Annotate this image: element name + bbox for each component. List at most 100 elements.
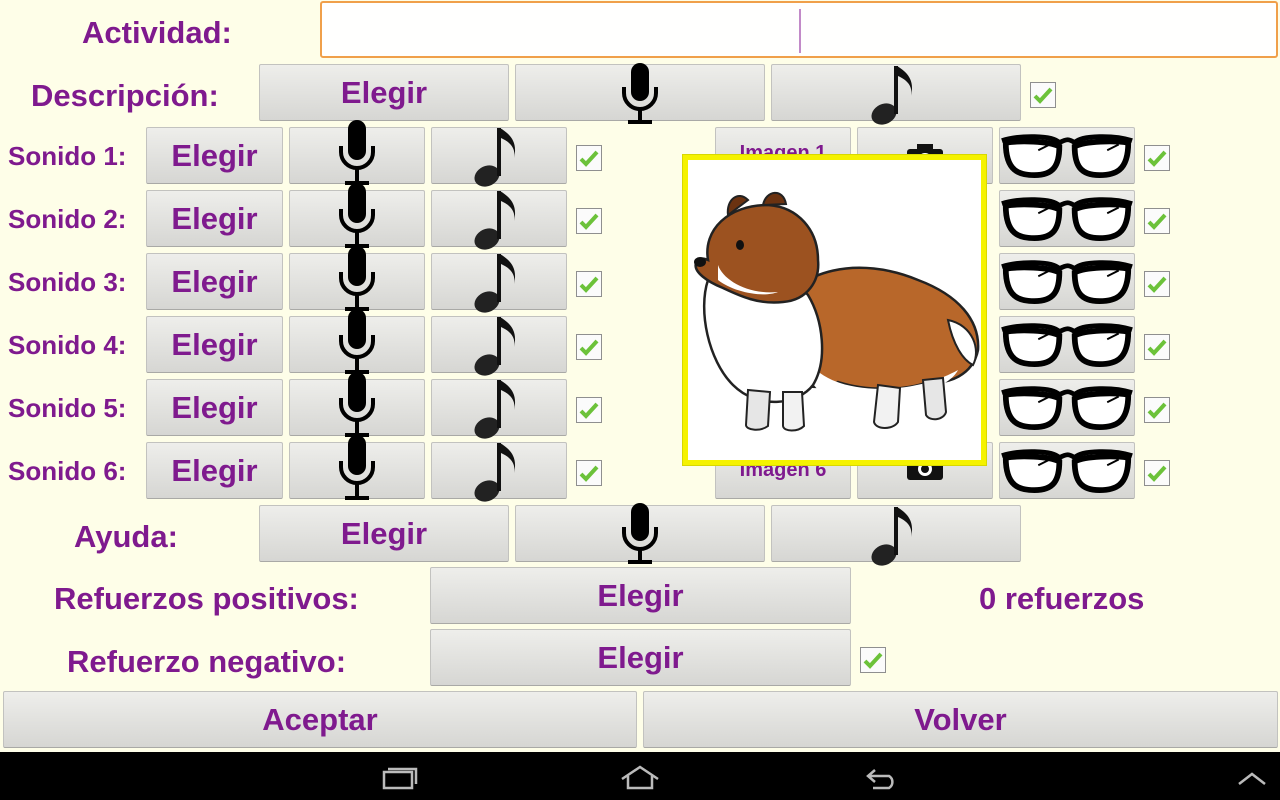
help-choose-button[interactable]: Elegir (259, 505, 509, 562)
description-record-button[interactable] (515, 62, 765, 124)
sound-5-choose-button[interactable]: Elegir (146, 379, 283, 436)
sound-6-label: Sonido 6: (8, 456, 127, 486)
description-choose-button[interactable]: Elegir (259, 64, 509, 121)
microphone-icon (339, 119, 375, 185)
sheltie-dog-illustration (694, 191, 980, 432)
sound-4-play-button[interactable] (431, 316, 567, 376)
negative-reinforcement-label: Refuerzo negativo: (67, 644, 347, 679)
image-1-checkbox[interactable] (1144, 145, 1170, 171)
positive-reinforcement-label: Refuerzos positivos: (54, 581, 359, 616)
glasses-icon (1001, 448, 1133, 493)
image-5-checkbox[interactable] (1144, 397, 1170, 423)
sound-1-choose-button[interactable]: Elegir (146, 127, 283, 184)
check-icon (579, 402, 599, 419)
music-note-icon (871, 506, 913, 566)
music-note-icon (474, 190, 516, 250)
image-preview-popup[interactable] (683, 155, 986, 465)
sound-4-checkbox[interactable] (576, 334, 602, 360)
image-2-checkbox[interactable] (1144, 208, 1170, 234)
help-record-button[interactable] (515, 502, 765, 564)
description-checkbox[interactable] (1030, 82, 1056, 108)
text-caret (799, 9, 801, 53)
image-3-checkbox[interactable] (1144, 271, 1170, 297)
image-4-checkbox[interactable] (1144, 334, 1170, 360)
reinforcement-count: 0 refuerzos (979, 581, 1145, 616)
sound-3-checkbox[interactable] (576, 271, 602, 297)
sound-4-choose-button[interactable]: Elegir (146, 316, 283, 373)
activity-input[interactable] (320, 1, 1278, 58)
sound-1-play-button[interactable] (431, 127, 567, 187)
music-note-icon (474, 379, 516, 439)
system-navigation-bar (0, 752, 1280, 800)
sound-5-record-button[interactable] (289, 371, 425, 437)
image-6-checkbox[interactable] (1144, 460, 1170, 486)
music-note-icon (474, 253, 516, 313)
image-6-view-button[interactable] (999, 442, 1135, 499)
sound-4-record-button[interactable] (289, 308, 425, 374)
sound-2-checkbox[interactable] (576, 208, 602, 234)
music-note-icon (474, 127, 516, 187)
sound-1-checkbox[interactable] (576, 145, 602, 171)
home-icon[interactable] (619, 764, 661, 790)
glasses-icon (1001, 259, 1133, 304)
music-note-icon (871, 65, 913, 125)
sound-2-play-button[interactable] (431, 190, 567, 250)
description-label: Descripción: (31, 78, 219, 113)
sound-2-record-button[interactable] (289, 182, 425, 248)
check-icon (1147, 150, 1167, 167)
glasses-icon (1001, 385, 1133, 430)
image-3-view-button[interactable] (999, 253, 1135, 310)
recent-apps-icon[interactable] (382, 766, 418, 790)
help-play-button[interactable] (771, 505, 1021, 566)
image-1-view-button[interactable] (999, 127, 1135, 184)
sound-5-checkbox[interactable] (576, 397, 602, 423)
check-icon (863, 652, 883, 669)
back-nav-icon[interactable] (863, 766, 899, 790)
sound-4-label: Sonido 4: (8, 330, 127, 360)
check-icon (1147, 213, 1167, 230)
microphone-icon (339, 182, 375, 248)
image-5-view-button[interactable] (999, 379, 1135, 436)
sound-6-record-button[interactable] (289, 434, 425, 500)
image-4-view-button[interactable] (999, 316, 1135, 373)
sound-3-play-button[interactable] (431, 253, 567, 313)
back-button[interactable]: Volver (643, 691, 1278, 748)
glasses-icon (1001, 322, 1133, 367)
sound-5-play-button[interactable] (431, 379, 567, 439)
glasses-icon (1001, 196, 1133, 241)
microphone-icon (339, 371, 375, 437)
sound-3-label: Sonido 3: (8, 267, 127, 297)
sound-6-choose-button[interactable]: Elegir (146, 442, 283, 499)
sound-2-label: Sonido 2: (8, 204, 127, 234)
description-play-button[interactable] (771, 64, 1021, 125)
help-label: Ayuda: (74, 519, 178, 554)
activity-label: Actividad: (82, 15, 232, 50)
sound-6-play-button[interactable] (431, 442, 567, 502)
music-note-icon (474, 442, 516, 502)
sound-1-label: Sonido 1: (8, 141, 127, 171)
check-icon (579, 213, 599, 230)
microphone-icon (622, 502, 658, 564)
check-icon (579, 339, 599, 356)
check-icon (1033, 87, 1053, 104)
negative-reinforcement-choose-button[interactable]: Elegir (430, 629, 851, 686)
microphone-icon (339, 308, 375, 374)
negative-reinforcement-checkbox[interactable] (860, 647, 886, 673)
positive-reinforcement-choose-button[interactable]: Elegir (430, 567, 851, 624)
image-2-view-button[interactable] (999, 190, 1135, 247)
sound-1-record-button[interactable] (289, 119, 425, 185)
check-icon (579, 276, 599, 293)
check-icon (1147, 339, 1167, 356)
check-icon (1147, 465, 1167, 482)
sound-3-record-button[interactable] (289, 245, 425, 311)
sound-5-label: Sonido 5: (8, 393, 127, 423)
microphone-icon (622, 62, 658, 124)
microphone-icon (339, 245, 375, 311)
sound-3-choose-button[interactable]: Elegir (146, 253, 283, 310)
chevron-up-icon[interactable] (1237, 772, 1267, 786)
accept-button[interactable]: Aceptar (3, 691, 637, 748)
check-icon (579, 150, 599, 167)
sound-6-checkbox[interactable] (576, 460, 602, 486)
music-note-icon (474, 316, 516, 376)
sound-2-choose-button[interactable]: Elegir (146, 190, 283, 247)
